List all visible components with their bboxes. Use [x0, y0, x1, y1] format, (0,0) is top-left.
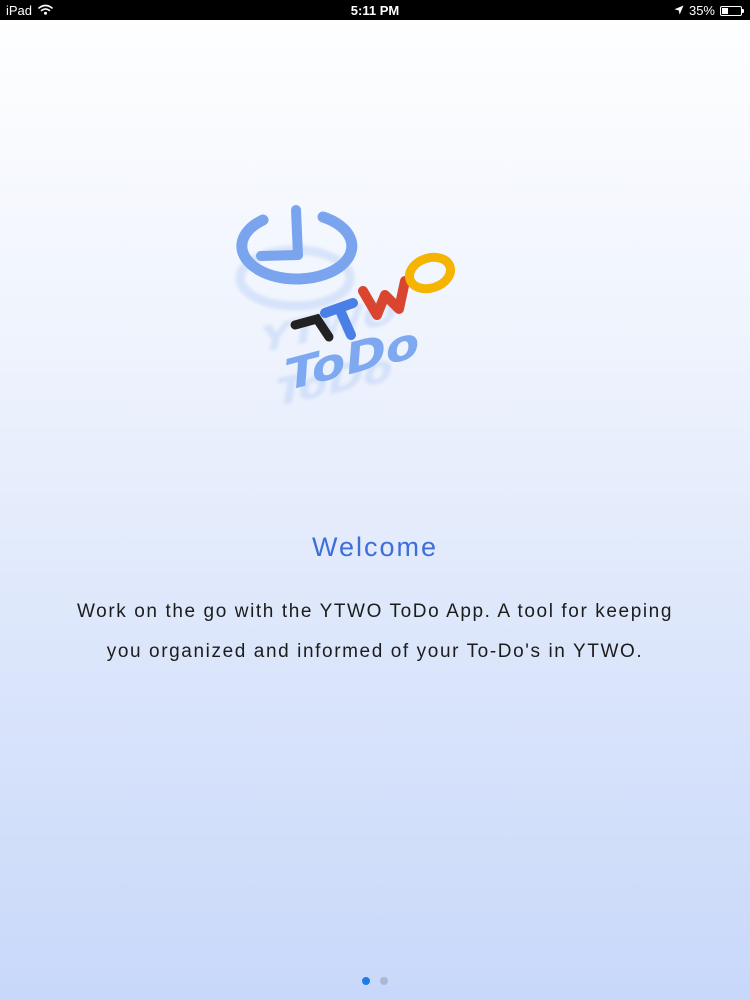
ytwo-todo-logo: YTWO ToDo ToDo	[225, 195, 535, 430]
battery-fill	[722, 7, 728, 14]
page-dot-active[interactable]	[362, 977, 370, 985]
page-dot[interactable]	[380, 977, 388, 985]
battery-icon	[720, 5, 744, 16]
welcome-description-line2: you organized and informed of your To-Do…	[106, 641, 644, 662]
battery-percent: 35%	[688, 3, 715, 18]
status-right: 35%	[674, 3, 744, 18]
status-time: 5:11 PM	[350, 3, 400, 18]
logo-graphic: YTWO ToDo ToDo	[235, 205, 456, 416]
logo-letter-o	[404, 252, 456, 294]
welcome-description: Work on the go with the YTWO ToDo App. A…	[30, 592, 720, 672]
welcome-title: Welcome	[311, 532, 439, 562]
location-arrow-icon	[674, 3, 684, 18]
battery-tip	[742, 8, 744, 13]
clock-icon	[236, 205, 358, 285]
status-bar: iPad 5:11 PM 35%	[0, 0, 750, 20]
logo-letter-w	[358, 276, 410, 320]
welcome-description-line1: Work on the go with the YTWO ToDo App. A…	[76, 601, 674, 622]
page-indicator[interactable]	[0, 977, 750, 985]
